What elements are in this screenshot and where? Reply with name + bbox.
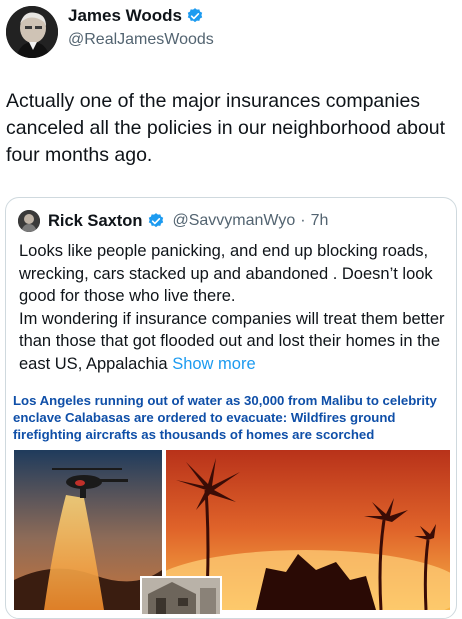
profile-photo-icon (6, 6, 58, 58)
quoted-author-name[interactable]: Rick Saxton (48, 212, 142, 231)
quoted-tweet-text: Looks like people panicking, and end up … (19, 240, 449, 375)
burned-house-thumbnail (140, 576, 222, 616)
verified-badge-icon (149, 213, 164, 228)
separator-dot: · (300, 212, 306, 229)
show-more-link[interactable]: Show more (172, 355, 255, 373)
quoted-tweet[interactable]: Rick Saxton @SavvymanWyo · 7h Looks like… (5, 197, 457, 619)
article-headline[interactable]: Los Angeles running out of water as 30,0… (13, 392, 449, 443)
profile-photo-icon (18, 210, 40, 232)
quoted-text-body: Looks like people panicking, and end up … (19, 242, 445, 373)
tweet-header: James Woods @RealJamesWoods (0, 0, 462, 64)
quoted-author-handle[interactable]: @SavvymanWyo (172, 212, 295, 230)
author-handle[interactable]: @RealJamesWoods (68, 31, 214, 49)
author-avatar[interactable] (6, 6, 58, 58)
author-name[interactable]: James Woods (68, 6, 182, 26)
quoted-timestamp[interactable]: 7h (311, 212, 329, 230)
verified-badge-icon (187, 8, 203, 23)
tweet-text: Actually one of the major insurances com… (6, 90, 451, 166)
quoted-tweet-header: Rick Saxton @SavvymanWyo · 7h (18, 210, 328, 232)
article-card[interactable]: Los Angeles running out of water as 30,0… (10, 390, 452, 618)
quoted-author-avatar[interactable] (18, 210, 40, 232)
